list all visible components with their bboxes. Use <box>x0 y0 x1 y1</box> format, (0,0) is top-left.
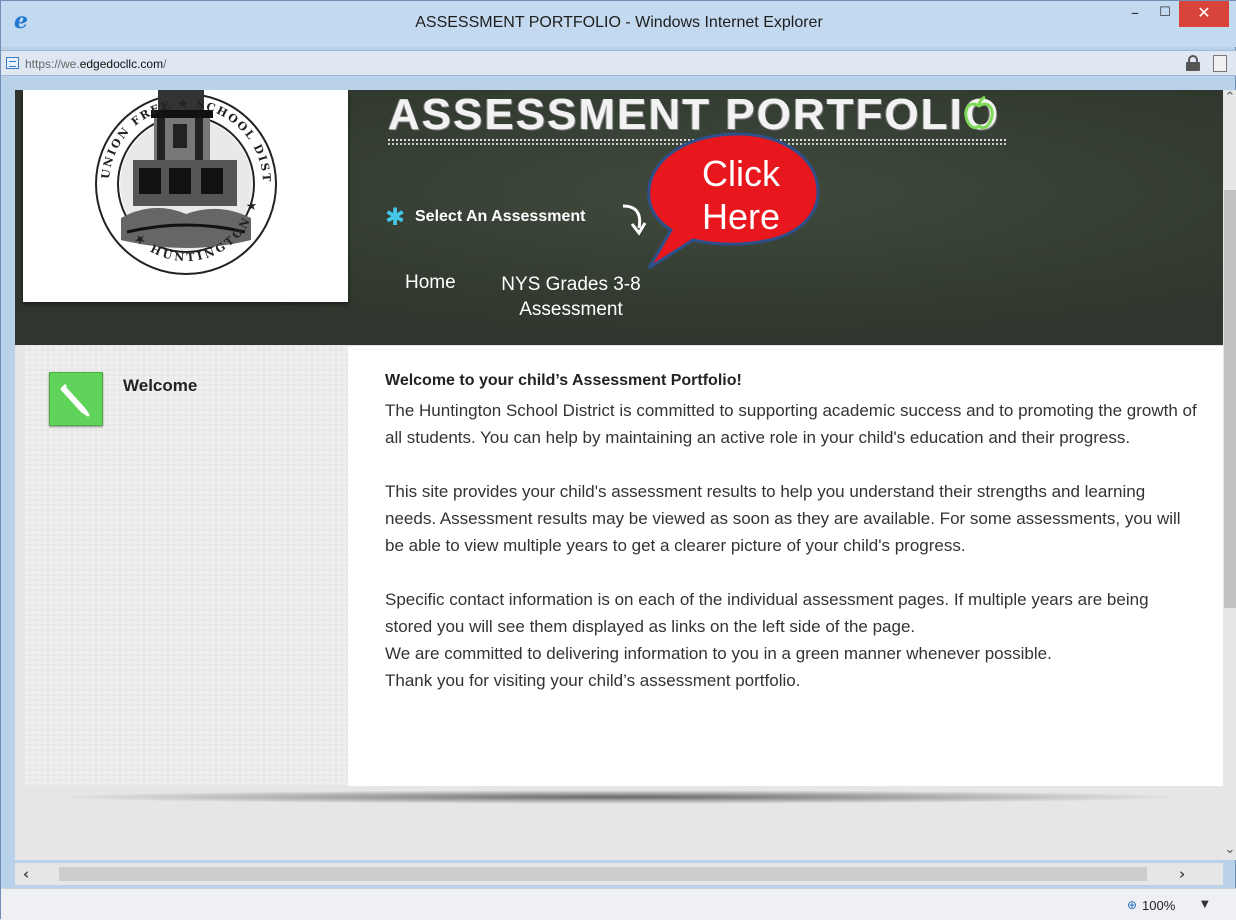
sidebar-welcome-link[interactable]: Welcome <box>123 376 197 396</box>
seal-image: UNION FREE ★ SCHOOL DISTRICT ★ HUNTINGTO… <box>17 90 277 275</box>
window-title: ASSESSMENT PORTFOLIO - Windows Internet … <box>415 14 823 31</box>
callout-line1: Click <box>702 153 780 194</box>
horizontal-scrollbar[interactable]: ‹ › <box>15 863 1223 885</box>
maximize-button[interactable]: ☐ <box>1151 1 1179 27</box>
status-bar: ⊕ 100% ▼ <box>1 888 1236 920</box>
horizontal-scroll-thumb[interactable] <box>59 867 1147 881</box>
nav-nys-line2: Assessment <box>519 299 623 320</box>
compatibility-view-icon[interactable] <box>1213 55 1227 72</box>
zoom-level[interactable]: 100% <box>1142 898 1175 913</box>
zoom-dropdown-icon[interactable]: ▼ <box>1201 899 1209 910</box>
select-assessment-label: Select An Assessment <box>415 208 586 225</box>
close-button[interactable]: ✕ <box>1179 1 1229 27</box>
paragraph-commitment: The Huntington School District is commit… <box>385 401 1197 447</box>
address-bar[interactable]: https://we.edgedocllc.com/ <box>1 50 1236 76</box>
nav-nys-grades-link[interactable]: NYS Grades 3-8 Assessment <box>491 272 651 322</box>
content-shadow <box>45 790 1195 804</box>
site-header: UNION FREE ★ SCHOOL DISTRICT ★ HUNTINGTO… <box>15 90 1223 345</box>
pencil-icon[interactable] <box>49 372 103 426</box>
scroll-up-arrow-icon[interactable]: ⌃ <box>1223 90 1236 108</box>
url-suffix: / <box>163 57 167 71</box>
url-domain: edgedocllc.com <box>79 57 164 71</box>
url-prefix: https://we. <box>25 57 80 71</box>
callout-line2: Here <box>701 196 781 237</box>
paragraph-thanks: Thank you for visiting your child’s asse… <box>385 671 801 690</box>
scroll-down-arrow-icon[interactable]: ⌄ <box>1223 842 1236 860</box>
nav-nys-line1: NYS Grades 3-8 <box>501 274 641 295</box>
left-sidebar: Welcome <box>23 346 348 786</box>
vertical-scrollbar[interactable]: ⌃ ⌄ <box>1223 90 1236 860</box>
page-viewport: UNION FREE ★ SCHOOL DISTRICT ★ HUNTINGTO… <box>15 90 1223 860</box>
minimize-button[interactable]: – <box>1121 1 1149 27</box>
browser-window: e ASSESSMENT PORTFOLIO - Windows Interne… <box>0 0 1236 920</box>
paragraph-results: This site provides your child's assessme… <box>385 482 1181 555</box>
title-bar: e ASSESSMENT PORTFOLIO - Windows Interne… <box>1 1 1236 47</box>
content-heading: Welcome to your child’s Assessment Portf… <box>385 372 742 389</box>
apple-icon <box>964 96 994 130</box>
page-icon <box>6 57 19 69</box>
paragraph-green: We are committed to delivering informati… <box>385 644 1052 663</box>
asterisk-gear-icon: ✱ <box>385 203 406 231</box>
zoom-magnifier-icon[interactable]: ⊕ <box>1127 898 1137 912</box>
nav-home-link[interactable]: Home <box>405 272 456 294</box>
callout-text: Click Here <box>657 152 825 238</box>
vertical-scroll-thumb[interactable] <box>1224 190 1236 608</box>
lock-icon[interactable] <box>1186 55 1200 71</box>
district-seal-logo[interactable]: UNION FREE ★ SCHOOL DISTRICT ★ HUNTINGTO… <box>17 90 348 302</box>
scroll-right-arrow-icon[interactable]: › <box>1179 865 1195 883</box>
main-content: Welcome to your child’s Assessment Portf… <box>348 346 1223 786</box>
paragraph-contact: Specific contact information is on each … <box>385 590 1149 636</box>
address-url[interactable]: https://we.edgedocllc.com/ <box>25 57 166 71</box>
scroll-left-arrow-icon[interactable]: ‹ <box>23 865 39 883</box>
pencil-glyph <box>60 383 90 417</box>
